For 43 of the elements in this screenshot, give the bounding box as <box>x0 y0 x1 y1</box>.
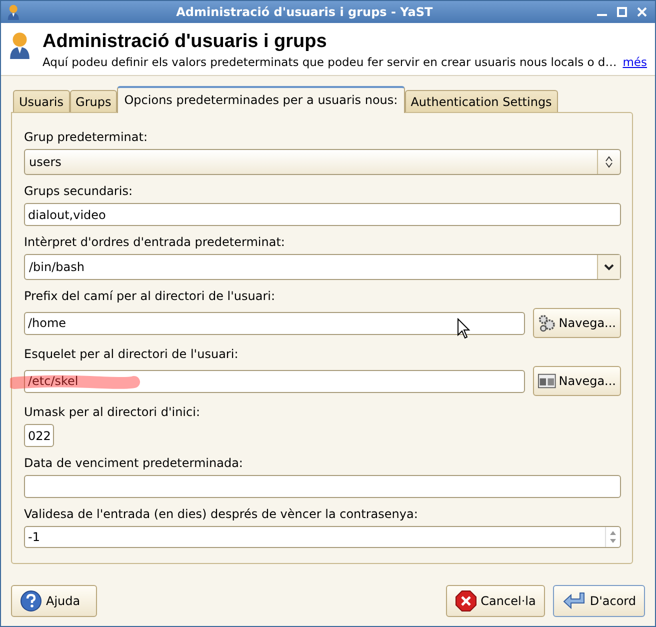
return-arrow-icon <box>562 591 586 611</box>
tab[interactable]: Authentication Settings <box>404 90 558 112</box>
page-title: Administració d'usuaris i grups <box>42 31 328 53</box>
tab[interactable]: Grups <box>70 90 118 112</box>
description: Aquí podeu definir els valors predeterminats que podeu fer servir en crear usuaris nous locals o d… <box>42 55 617 69</box>
more-link[interactable]: més <box>622 55 647 69</box>
close-icon[interactable] <box>635 5 649 19</box>
window-icon <box>538 373 556 389</box>
user-icon <box>7 4 20 20</box>
dialog-button[interactable]: D'acord <box>552 585 645 617</box>
dialog-button[interactable]: Cancel·la <box>446 585 545 617</box>
field-label: Grups secundaris: <box>24 184 132 198</box>
spin-arrows-icon <box>609 529 617 545</box>
user-icon <box>9 31 30 59</box>
field-label: Umask per al directori d'inici: <box>24 405 200 419</box>
spin-box[interactable]: -1 <box>24 526 621 548</box>
browse-button[interactable]: Navega... <box>533 366 621 396</box>
input-field[interactable]: dialout,video <box>24 203 621 226</box>
field-label: Validesa de l'entrada (en dies) després de vèncer la contrasenya: <box>24 507 418 521</box>
field-label: Esquelet per al directori de l'usuari: <box>24 347 238 361</box>
browse-button[interactable]: Navega... <box>533 308 621 338</box>
field-label: Data de venciment predeterminada: <box>24 456 243 470</box>
help-icon <box>20 590 42 612</box>
field-label: Intèrpret d'ordres d'entrada predeterminat: <box>24 235 285 249</box>
tab[interactable]: Usuaris <box>13 90 70 112</box>
chevron-down-icon <box>604 264 614 270</box>
cancel-icon <box>454 590 477 612</box>
gears-icon <box>538 313 556 333</box>
maximize-icon[interactable] <box>615 5 629 19</box>
input-field[interactable]: 022 <box>24 424 54 447</box>
input-field[interactable]: /home <box>24 312 525 334</box>
group-combo-box[interactable]: users <box>24 149 621 175</box>
up-down-arrows-icon <box>605 156 613 168</box>
window-title: Administració d'usuaris i grups - YaST <box>175 5 434 19</box>
field-label: Prefix del camí per al directori de l'usuari: <box>24 289 276 303</box>
input-field[interactable]: /etc/skel <box>24 370 525 392</box>
tab[interactable]: Opcions predeterminades per a usuaris nous: <box>117 86 405 113</box>
dialog-button[interactable]: Ajuda <box>11 585 97 617</box>
input-field[interactable] <box>24 475 621 498</box>
cursor-icon <box>457 318 471 340</box>
spin-input[interactable]: -1 <box>25 530 605 544</box>
shell-dropdown[interactable]: /bin/bash <box>24 254 621 280</box>
field-label: Grup predeterminat: <box>24 130 148 144</box>
